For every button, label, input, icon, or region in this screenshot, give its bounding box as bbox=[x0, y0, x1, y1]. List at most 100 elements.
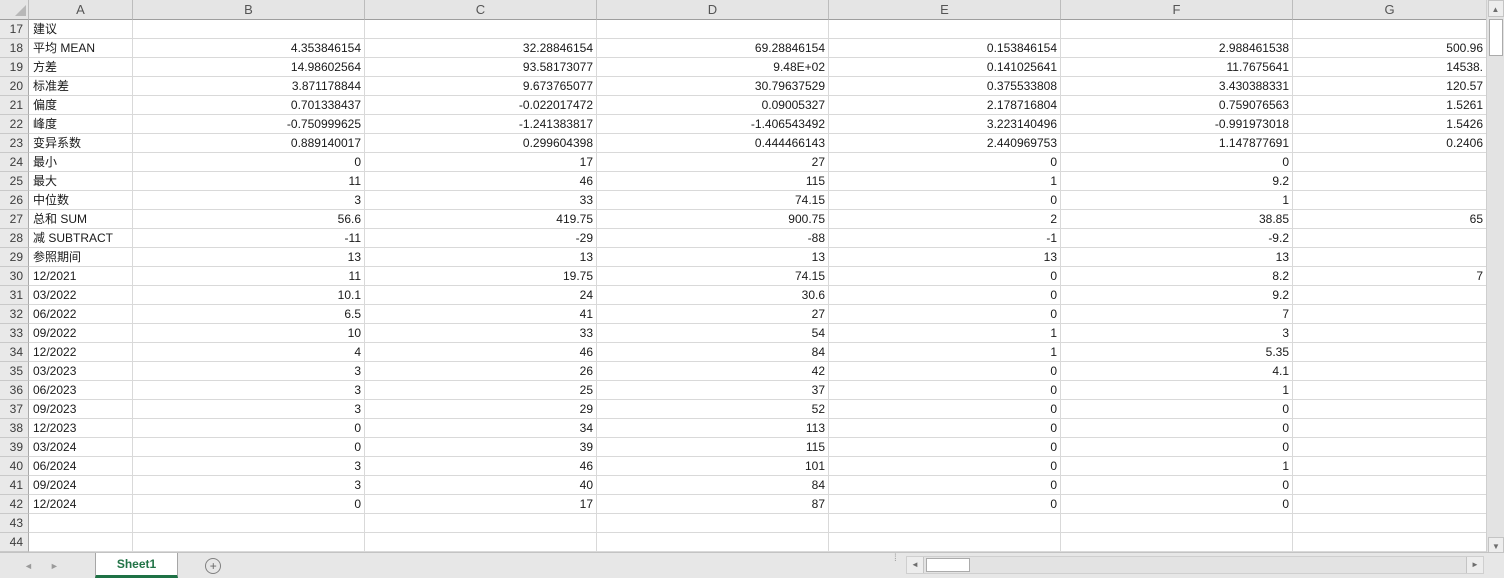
column-header-b[interactable]: B bbox=[133, 0, 365, 20]
cell-B32[interactable]: 6.5 bbox=[133, 305, 365, 324]
cell-D23[interactable]: 0.444466143 bbox=[597, 134, 829, 153]
cell-C36[interactable]: 25 bbox=[365, 381, 597, 400]
tab-sheet1[interactable]: Sheet1 bbox=[94, 553, 179, 578]
cell-C25[interactable]: 46 bbox=[365, 172, 597, 191]
vertical-scrollbar-thumb[interactable] bbox=[1488, 19, 1503, 56]
row-header-18[interactable]: 18 bbox=[0, 39, 29, 58]
cell-B18[interactable]: 4.353846154 bbox=[133, 39, 365, 58]
cell-F18[interactable]: 2.988461538 bbox=[1061, 39, 1293, 58]
cell-G26[interactable] bbox=[1293, 191, 1486, 210]
cell-C18[interactable]: 32.28846154 bbox=[365, 39, 597, 58]
cell-B38[interactable]: 0 bbox=[133, 419, 365, 438]
cell-D31[interactable]: 30.6 bbox=[597, 286, 829, 305]
horizontal-scrollbar[interactable]: ◄ ► bbox=[906, 556, 1484, 574]
cell-G42[interactable] bbox=[1293, 495, 1486, 514]
cell-G29[interactable] bbox=[1293, 248, 1486, 267]
cell-E27[interactable]: 2 bbox=[829, 210, 1061, 229]
cell-C30[interactable]: 19.75 bbox=[365, 267, 597, 286]
cell-B19[interactable]: 14.98602564 bbox=[133, 58, 365, 77]
row-header-40[interactable]: 40 bbox=[0, 457, 29, 476]
cell-C39[interactable]: 39 bbox=[365, 438, 597, 457]
cell-D41[interactable]: 84 bbox=[597, 476, 829, 495]
cell-F32[interactable]: 7 bbox=[1061, 305, 1293, 324]
cell-E36[interactable]: 0 bbox=[829, 381, 1061, 400]
cell-G31[interactable] bbox=[1293, 286, 1486, 305]
cell-A40[interactable]: 06/2024 bbox=[29, 457, 133, 476]
row-header-22[interactable]: 22 bbox=[0, 115, 29, 134]
cell-C24[interactable]: 17 bbox=[365, 153, 597, 172]
cell-D25[interactable]: 115 bbox=[597, 172, 829, 191]
cell-F35[interactable]: 4.1 bbox=[1061, 362, 1293, 381]
cell-F43[interactable] bbox=[1061, 514, 1293, 533]
cell-G27[interactable]: 65 bbox=[1293, 210, 1486, 229]
cell-E37[interactable]: 0 bbox=[829, 400, 1061, 419]
cell-A43[interactable] bbox=[29, 514, 133, 533]
cell-F28[interactable]: -9.2 bbox=[1061, 229, 1293, 248]
row-header-23[interactable]: 23 bbox=[0, 134, 29, 153]
row-header-34[interactable]: 34 bbox=[0, 343, 29, 362]
cell-G38[interactable] bbox=[1293, 419, 1486, 438]
next-sheet-button[interactable]: ► bbox=[50, 561, 59, 571]
cell-D24[interactable]: 27 bbox=[597, 153, 829, 172]
scroll-right-button[interactable]: ► bbox=[1466, 557, 1483, 573]
cell-D35[interactable]: 42 bbox=[597, 362, 829, 381]
cell-D28[interactable]: -88 bbox=[597, 229, 829, 248]
cell-G44[interactable] bbox=[1293, 533, 1486, 552]
cell-B44[interactable] bbox=[133, 533, 365, 552]
cell-A34[interactable]: 12/2022 bbox=[29, 343, 133, 362]
cell-E31[interactable]: 0 bbox=[829, 286, 1061, 305]
cell-C33[interactable]: 33 bbox=[365, 324, 597, 343]
cell-G40[interactable] bbox=[1293, 457, 1486, 476]
cell-C22[interactable]: -1.241383817 bbox=[365, 115, 597, 134]
cell-G35[interactable] bbox=[1293, 362, 1486, 381]
column-header-c[interactable]: C bbox=[365, 0, 597, 20]
cell-E39[interactable]: 0 bbox=[829, 438, 1061, 457]
cell-F23[interactable]: 1.147877691 bbox=[1061, 134, 1293, 153]
cell-G30[interactable]: 7 bbox=[1293, 267, 1486, 286]
cell-D40[interactable]: 101 bbox=[597, 457, 829, 476]
cell-B33[interactable]: 10 bbox=[133, 324, 365, 343]
cell-D19[interactable]: 9.48E+02 bbox=[597, 58, 829, 77]
cell-B28[interactable]: -11 bbox=[133, 229, 365, 248]
row-header-28[interactable]: 28 bbox=[0, 229, 29, 248]
cell-C21[interactable]: -0.022017472 bbox=[365, 96, 597, 115]
cell-G33[interactable] bbox=[1293, 324, 1486, 343]
cell-A21[interactable]: 偏度 bbox=[29, 96, 133, 115]
cell-A22[interactable]: 峰度 bbox=[29, 115, 133, 134]
cell-D27[interactable]: 900.75 bbox=[597, 210, 829, 229]
cell-C17[interactable] bbox=[365, 20, 597, 39]
cell-G32[interactable] bbox=[1293, 305, 1486, 324]
row-header-43[interactable]: 43 bbox=[0, 514, 29, 533]
cell-D33[interactable]: 54 bbox=[597, 324, 829, 343]
cell-D37[interactable]: 52 bbox=[597, 400, 829, 419]
cell-A38[interactable]: 12/2023 bbox=[29, 419, 133, 438]
row-header-39[interactable]: 39 bbox=[0, 438, 29, 457]
cell-D44[interactable] bbox=[597, 533, 829, 552]
cell-F33[interactable]: 3 bbox=[1061, 324, 1293, 343]
cell-G19[interactable]: 14538. bbox=[1293, 58, 1486, 77]
cell-D18[interactable]: 69.28846154 bbox=[597, 39, 829, 58]
cell-G36[interactable] bbox=[1293, 381, 1486, 400]
cell-A33[interactable]: 09/2022 bbox=[29, 324, 133, 343]
cell-A35[interactable]: 03/2023 bbox=[29, 362, 133, 381]
row-header-26[interactable]: 26 bbox=[0, 191, 29, 210]
row-header-33[interactable]: 33 bbox=[0, 324, 29, 343]
cell-A41[interactable]: 09/2024 bbox=[29, 476, 133, 495]
cell-F29[interactable]: 13 bbox=[1061, 248, 1293, 267]
cell-F42[interactable]: 0 bbox=[1061, 495, 1293, 514]
cell-B30[interactable]: 11 bbox=[133, 267, 365, 286]
cell-G24[interactable] bbox=[1293, 153, 1486, 172]
cell-A32[interactable]: 06/2022 bbox=[29, 305, 133, 324]
cell-A24[interactable]: 最小 bbox=[29, 153, 133, 172]
cell-E44[interactable] bbox=[829, 533, 1061, 552]
cell-B39[interactable]: 0 bbox=[133, 438, 365, 457]
row-header-17[interactable]: 17 bbox=[0, 20, 29, 39]
cell-B17[interactable] bbox=[133, 20, 365, 39]
cell-F44[interactable] bbox=[1061, 533, 1293, 552]
cell-C23[interactable]: 0.299604398 bbox=[365, 134, 597, 153]
cell-D29[interactable]: 13 bbox=[597, 248, 829, 267]
row-header-32[interactable]: 32 bbox=[0, 305, 29, 324]
cell-E35[interactable]: 0 bbox=[829, 362, 1061, 381]
cell-B21[interactable]: 0.701338437 bbox=[133, 96, 365, 115]
cell-C40[interactable]: 46 bbox=[365, 457, 597, 476]
